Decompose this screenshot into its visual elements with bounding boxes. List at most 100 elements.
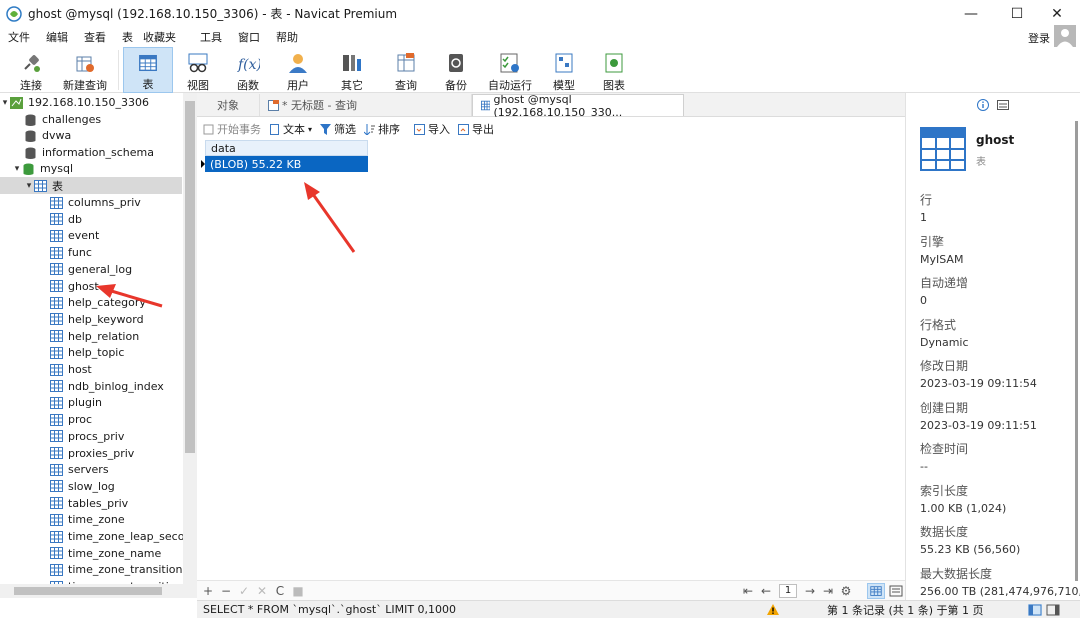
form-view-icon[interactable] <box>887 583 905 599</box>
user-button[interactable]: 用户 <box>273 47 323 93</box>
table-node[interactable]: db <box>0 211 182 228</box>
filter-icon <box>320 123 332 135</box>
menu-help[interactable]: 帮助 <box>268 29 306 45</box>
sidebar-horizontal-scrollbar[interactable] <box>0 584 197 598</box>
model-button[interactable]: 模型 <box>539 47 589 93</box>
scrollbar-thumb[interactable] <box>185 101 195 453</box>
text-button[interactable]: 文本 ▾ <box>269 121 312 137</box>
table-node[interactable]: tables_priv <box>0 495 182 512</box>
add-record-button[interactable]: + <box>199 584 217 598</box>
last-page-icon[interactable]: ⇥ <box>819 584 837 598</box>
tab-objects[interactable]: 对象 <box>197 94 260 116</box>
menu-tools[interactable]: 工具 <box>192 29 230 45</box>
column-header-data[interactable]: data <box>205 140 368 156</box>
chevron-down-icon[interactable]: ▾ <box>12 164 22 174</box>
table-node[interactable]: help_category <box>0 294 182 311</box>
login-link[interactable]: 登录 <box>1028 30 1050 46</box>
property-value: 55.23 KB (56,560) <box>920 543 1021 556</box>
table-node[interactable]: columns_priv <box>0 194 182 211</box>
menu-table[interactable]: 表 <box>114 29 135 45</box>
menu-favorites[interactable]: 收藏夹 <box>135 29 184 45</box>
scrollbar-thumb[interactable] <box>14 587 162 595</box>
view-button[interactable]: 视图 <box>173 47 223 93</box>
dropdown-arrow-icon[interactable]: ▾ <box>308 125 312 134</box>
close-button[interactable]: ✕ <box>1034 0 1080 27</box>
info-panel-toggle-icon[interactable] <box>1046 604 1060 616</box>
import-button[interactable]: 导入 <box>414 121 450 137</box>
ddl-icon[interactable] <box>997 99 1009 111</box>
settings-gear-icon[interactable]: ⚙ <box>837 584 855 598</box>
chevron-down-icon[interactable]: ▾ <box>0 98 10 108</box>
others-button[interactable]: 其它 <box>323 47 381 93</box>
menu-edit[interactable]: 编辑 <box>38 29 76 45</box>
apply-button[interactable]: ✓ <box>235 584 253 598</box>
panel-toggle-icon[interactable] <box>1027 603 1042 616</box>
table-node[interactable]: ghost <box>0 278 182 295</box>
table-node[interactable]: help_relation <box>0 328 182 345</box>
table-node[interactable]: func <box>0 244 182 261</box>
menu-file[interactable]: 文件 <box>0 29 38 45</box>
tab-label: * 无标题 - 查询 <box>282 99 357 112</box>
table-node[interactable]: time_zone_leap_second <box>0 528 197 545</box>
automation-button[interactable]: 自动运行 <box>481 47 539 93</box>
table-node[interactable]: ndb_binlog_index <box>0 378 182 395</box>
chart-button[interactable]: 图表 <box>589 47 639 93</box>
db-node-challenges[interactable]: challenges <box>0 111 182 128</box>
page-number-input[interactable]: 1 <box>779 583 797 598</box>
warning-icon[interactable] <box>767 603 779 616</box>
table-node[interactable]: time_zone_name <box>0 545 182 562</box>
table-node[interactable]: help_keyword <box>0 311 182 328</box>
table-node[interactable]: host <box>0 361 182 378</box>
scrollbar-thumb[interactable] <box>1075 121 1078 581</box>
cell-data[interactable]: (BLOB) 55.22 KB <box>210 158 301 171</box>
tables-group-node[interactable]: ▾ 表 <box>0 177 182 194</box>
menu-view[interactable]: 查看 <box>76 29 114 45</box>
connect-button[interactable]: 连接 <box>6 47 56 93</box>
table-node[interactable]: help_topic <box>0 344 182 361</box>
stop-button[interactable]: ■ <box>289 584 307 598</box>
table-node[interactable]: time_zone <box>0 511 182 528</box>
filter-button[interactable]: 筛选 <box>320 121 356 137</box>
db-node-dvwa[interactable]: dvwa <box>0 127 182 144</box>
refresh-button[interactable]: C <box>271 584 289 598</box>
next-page-icon[interactable]: → <box>801 584 819 598</box>
backup-button[interactable]: 备份 <box>431 47 481 93</box>
info-icon[interactable] <box>977 99 989 111</box>
table-button[interactable]: 表 <box>123 47 173 93</box>
function-button[interactable]: f(x) 函数 <box>223 47 273 93</box>
query-button[interactable]: 查询 <box>381 47 431 93</box>
table-row[interactable]: (BLOB) 55.22 KB <box>201 156 368 172</box>
sidebar-vertical-scrollbar[interactable] <box>183 93 197 584</box>
grid-view-icon[interactable] <box>867 582 885 599</box>
table-node[interactable]: general_log <box>0 261 182 278</box>
db-node-information-schema[interactable]: information_schema <box>0 144 182 161</box>
info-panel-scrollbar[interactable] <box>1072 121 1080 596</box>
begin-transaction-button[interactable]: 开始事务 <box>203 121 261 137</box>
user-avatar-icon[interactable] <box>1054 25 1076 47</box>
table-node[interactable]: proc <box>0 411 182 428</box>
connection-node[interactable]: ▾ 192.168.10.150_3306 <box>0 94 182 111</box>
minimize-button[interactable]: — <box>948 0 994 27</box>
delete-record-button[interactable]: − <box>217 584 235 598</box>
export-button[interactable]: 导出 <box>458 121 494 137</box>
table-node[interactable]: plugin <box>0 394 182 411</box>
table-node[interactable]: servers <box>0 461 182 478</box>
table-node[interactable]: proxies_priv <box>0 445 182 462</box>
tab-untitled-query[interactable]: * 无标题 - 查询 <box>260 94 472 116</box>
first-page-icon[interactable]: ⇤ <box>739 584 757 598</box>
table-label: slow_log <box>68 479 115 493</box>
chevron-down-icon[interactable]: ▾ <box>24 181 34 191</box>
new-query-button[interactable]: 新建查询 <box>56 47 114 93</box>
db-node-mysql[interactable]: ▾ mysql <box>0 160 182 177</box>
table-node[interactable]: procs_priv <box>0 428 182 445</box>
menu-window[interactable]: 窗口 <box>230 29 268 45</box>
prev-page-icon[interactable]: ← <box>757 584 775 598</box>
table-node[interactable]: slow_log <box>0 478 182 495</box>
tab-ghost-table[interactable]: ghost @mysql (192.168.10.150_330... <box>472 93 684 119</box>
table-node[interactable]: time_zone_transition <box>0 561 183 578</box>
table-node[interactable]: event <box>0 227 182 244</box>
sort-button[interactable]: 排序 <box>364 121 400 137</box>
discard-button[interactable]: ✕ <box>253 584 271 598</box>
main-toolbar: 连接 新建查询 表 视图 f(x) 函数 用户 其它 查询 备份 自动运行 模型 <box>0 47 1080 93</box>
table-icon <box>50 296 63 309</box>
